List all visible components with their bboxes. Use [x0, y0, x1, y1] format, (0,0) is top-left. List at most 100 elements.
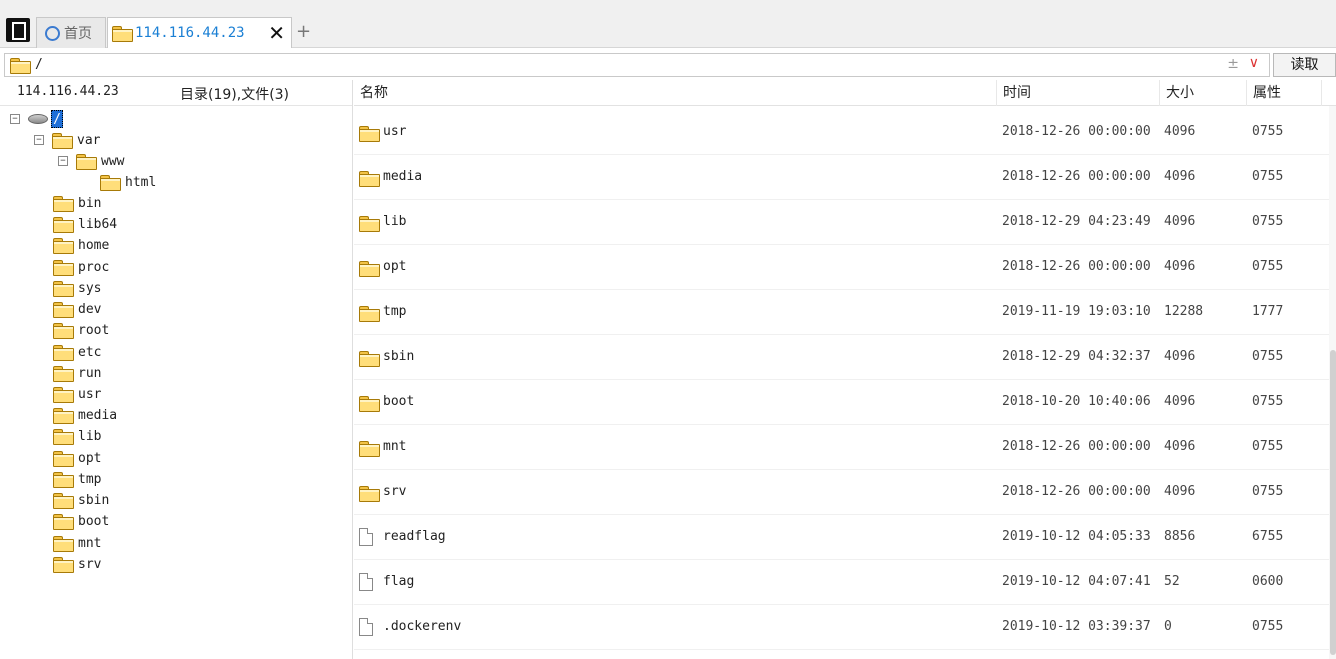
file-attr: 0755 [1252, 349, 1284, 364]
folder-icon [53, 281, 74, 297]
tree-item-opt[interactable]: opt [53, 448, 101, 468]
column-header-attr[interactable]: 属性 [1247, 80, 1322, 106]
file-row[interactable]: mnt 2018-12-26 00:00:00 4096 0755 [354, 425, 1329, 470]
path-input[interactable]: / ± ∨ [4, 53, 1270, 77]
tab-home-label: 首页 [64, 26, 92, 42]
tree-item-label: usr [78, 386, 102, 402]
file-row[interactable]: boot 2018-10-20 10:40:06 4096 0755 [354, 380, 1329, 425]
folder-icon [53, 323, 74, 339]
file-row[interactable]: srv 2018-12-26 00:00:00 4096 0755 [354, 470, 1329, 515]
file-size: 4096 [1164, 349, 1196, 364]
collapse-icon[interactable]: − [10, 114, 20, 124]
add-tab-button[interactable]: + [296, 21, 311, 42]
tree-item-home[interactable]: home [53, 235, 109, 255]
file-icon [359, 528, 373, 546]
tab-bar: 首页 114.116.44.23 ✕ + [0, 0, 1336, 48]
file-row[interactable]: media 2018-12-26 00:00:00 4096 0755 [354, 155, 1329, 200]
collapse-icon[interactable]: − [34, 135, 44, 145]
file-row[interactable]: flag 2019-10-12 04:07:41 52 0600 [354, 560, 1329, 605]
file-time: 2018-12-26 00:00:00 [1002, 484, 1151, 499]
file-row[interactable]: opt 2018-12-26 00:00:00 4096 0755 [354, 245, 1329, 290]
tree-item-srv[interactable]: srv [53, 554, 101, 574]
tree-item-run[interactable]: run [53, 363, 101, 383]
tab-connection[interactable]: 114.116.44.23 ✕ [107, 17, 292, 48]
file-size: 4096 [1164, 259, 1196, 274]
chevron-down-icon[interactable]: ∨ [1249, 55, 1259, 71]
file-time: 2018-10-20 10:40:06 [1002, 394, 1151, 409]
folder-icon [53, 451, 74, 467]
tree-item-tmp[interactable]: tmp [53, 469, 101, 489]
close-icon[interactable]: ✕ [268, 22, 285, 44]
file-row[interactable]: .dockerenv 2019-10-12 03:39:37 0 0755 [354, 605, 1329, 650]
folder-icon [53, 387, 74, 403]
file-size: 4096 [1164, 124, 1196, 139]
file-size: 4096 [1164, 394, 1196, 409]
file-attr: 6755 [1252, 529, 1284, 544]
plus-minus-icon[interactable]: ± [1227, 56, 1239, 72]
file-row[interactable]: lib 2018-12-29 04:23:49 4096 0755 [354, 200, 1329, 245]
tree-item-dev[interactable]: dev [53, 299, 101, 319]
tree-item-label: dev [78, 301, 102, 317]
tree-item-www[interactable]: − www [58, 151, 124, 171]
tree-item-label: boot [78, 513, 110, 529]
file-attr: 0755 [1252, 394, 1284, 409]
tree-root[interactable]: − / [10, 109, 63, 129]
tree-item-mnt[interactable]: mnt [53, 533, 101, 553]
file-time: 2018-12-26 00:00:00 [1002, 259, 1151, 274]
tree-item-boot[interactable]: boot [53, 511, 109, 531]
read-button[interactable]: 读取 [1273, 53, 1336, 77]
tree-item-label: mnt [78, 535, 102, 551]
tree-item-var[interactable]: − var [34, 130, 100, 150]
tree-item-media[interactable]: media [53, 405, 117, 425]
column-header-time[interactable]: 时间 [997, 80, 1160, 106]
app-logo-icon[interactable] [6, 18, 30, 42]
tree-item-root[interactable]: root [53, 320, 109, 340]
tree-item-html[interactable]: html [100, 172, 156, 192]
tree-item-label: srv [78, 556, 102, 572]
tree-item-usr[interactable]: usr [53, 384, 101, 404]
tree-item-sbin[interactable]: sbin [53, 490, 109, 510]
folder-icon [53, 493, 74, 509]
file-attr: 1777 [1252, 304, 1284, 319]
drive-icon [28, 114, 48, 124]
tree-item-lib[interactable]: lib [53, 426, 101, 446]
tree-header: 114.116.44.23 目录(19),文件(3) [0, 80, 352, 106]
column-header-size[interactable]: 大小 [1160, 80, 1247, 106]
folder-icon [359, 395, 380, 412]
tree-item-label: www [101, 153, 125, 169]
folder-icon [53, 366, 74, 382]
file-row[interactable]: usr 2018-12-26 00:00:00 4096 0755 [354, 110, 1329, 155]
file-row[interactable]: sbin 2018-12-29 04:32:37 4096 0755 [354, 335, 1329, 380]
tree-item-etc[interactable]: etc [53, 342, 101, 362]
tree-root-label: / [51, 110, 63, 128]
folder-icon [53, 472, 74, 488]
file-row[interactable]: readflag 2019-10-12 04:05:33 8856 6755 [354, 515, 1329, 560]
file-row[interactable]: tmp 2019-11-19 19:03:10 12288 1777 [354, 290, 1329, 335]
file-name: lib [383, 214, 407, 229]
tree-item-sys[interactable]: sys [53, 278, 101, 298]
tree-item-bin[interactable]: bin [53, 193, 101, 213]
folder-icon [100, 175, 121, 191]
file-size: 12288 [1164, 304, 1204, 319]
file-size: 4096 [1164, 484, 1196, 499]
file-list-panel: 名称 时间 大小 属性 usr 2018-12-26 00:00:00 4096… [354, 80, 1336, 659]
tree-item-label: root [78, 322, 110, 338]
folder-icon [359, 215, 380, 232]
folder-icon [359, 485, 380, 502]
tree-item-proc[interactable]: proc [53, 257, 109, 277]
file-attr: 0600 [1252, 574, 1284, 589]
folder-icon [52, 133, 73, 149]
folder-icon [53, 345, 74, 361]
scrollbar-thumb[interactable] [1330, 350, 1336, 655]
tab-home[interactable]: 首页 [36, 17, 106, 48]
file-size: 4096 [1164, 214, 1196, 229]
file-attr: 0755 [1252, 484, 1284, 499]
collapse-icon[interactable]: − [58, 156, 68, 166]
tree-item-lib64[interactable]: lib64 [53, 214, 117, 234]
column-header-name[interactable]: 名称 [354, 80, 997, 106]
folder-icon [10, 58, 31, 74]
folder-icon [53, 217, 74, 233]
dir-file-counts: 目录(19),文件(3) [180, 87, 290, 103]
tree-item-label: var [77, 132, 101, 148]
file-attr: 0755 [1252, 214, 1284, 229]
